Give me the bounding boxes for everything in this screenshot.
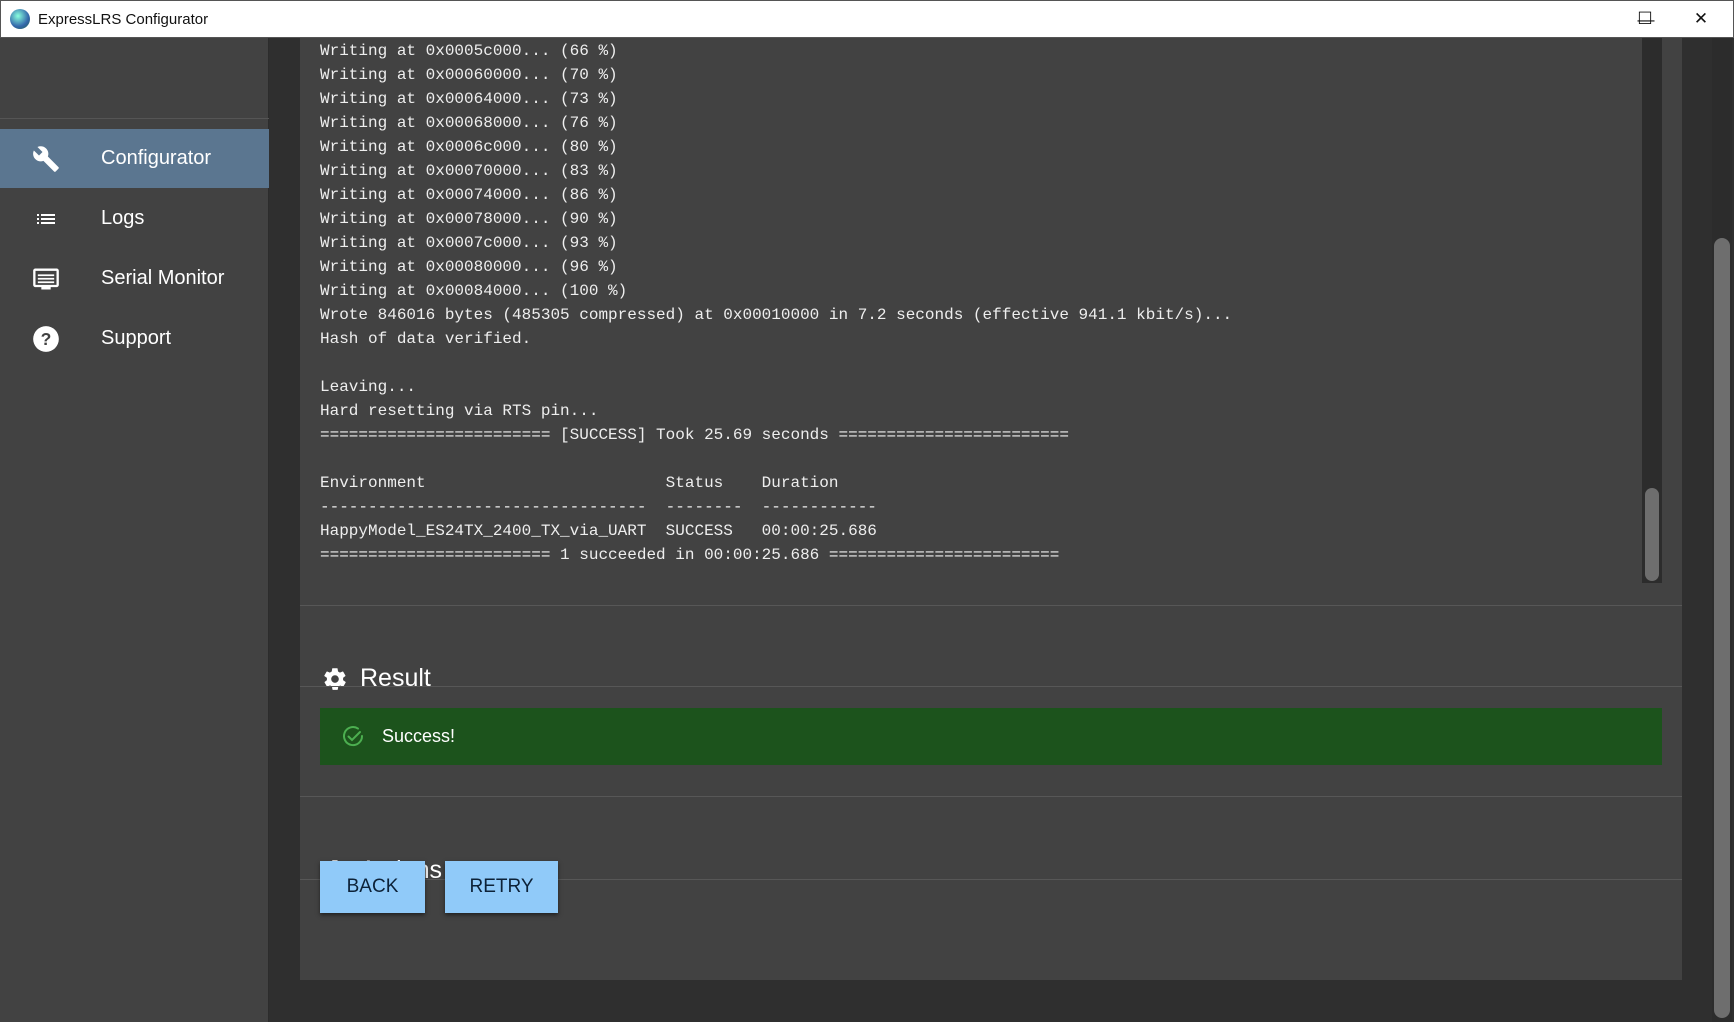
retry-button[interactable]: RETRY	[445, 861, 558, 913]
result-heading-text: Result	[360, 664, 431, 693]
svg-text:?: ?	[41, 328, 52, 348]
log-line: Writing at 0x00060000... (70 %)	[320, 63, 1640, 87]
log-line: Writing at 0x00064000... (73 %)	[320, 87, 1640, 111]
sidebar-item-logs[interactable]: Logs	[0, 189, 269, 248]
title-bar: ExpressLRS Configurator —	[0, 0, 1734, 38]
sidebar-item-serial-monitor[interactable]: Serial Monitor	[0, 249, 269, 308]
help-icon: ?	[30, 325, 62, 353]
log-scrollbar-thumb[interactable]	[1645, 488, 1659, 581]
log-line: Writing at 0x00070000... (83 %)	[320, 159, 1640, 183]
log-line: Leaving...	[320, 375, 1640, 399]
gear-icon	[322, 666, 348, 692]
monitor-icon	[30, 265, 62, 293]
sidebar: Configurator Logs Serial Monitor ? Suppo…	[0, 38, 269, 1022]
sidebar-item-configurator[interactable]: Configurator	[0, 129, 269, 188]
sidebar-divider	[0, 118, 269, 119]
sidebar-item-support[interactable]: ? Support	[0, 309, 269, 368]
divider	[300, 605, 1682, 606]
app-logo-icon	[10, 9, 30, 29]
maximize-button[interactable]: ☐	[1617, 0, 1673, 38]
log-line: Hard resetting via RTS pin...	[320, 399, 1640, 423]
list-icon	[30, 207, 62, 231]
log-line: ======================== 1 succeeded in …	[320, 543, 1640, 567]
log-line: ---------------------------------- -----…	[320, 495, 1640, 519]
success-message: Success!	[382, 726, 455, 747]
log-line: Writing at 0x00068000... (76 %)	[320, 111, 1640, 135]
log-line: Wrote 846016 bytes (485305 compressed) a…	[320, 303, 1640, 327]
wrench-icon	[30, 145, 62, 173]
log-line: Writing at 0x0007c000... (93 %)	[320, 231, 1640, 255]
window-title: ExpressLRS Configurator	[38, 11, 208, 28]
back-button[interactable]: BACK	[320, 861, 425, 913]
log-line: Environment Status Duration	[320, 471, 1640, 495]
close-button[interactable]: ✕	[1673, 0, 1729, 38]
log-line: Writing at 0x00074000... (86 %)	[320, 183, 1640, 207]
log-line: Writing at 0x0005c000... (66 %)	[320, 39, 1640, 63]
log-line: Writing at 0x00080000... (96 %)	[320, 255, 1640, 279]
log-line	[320, 447, 1640, 471]
build-log-output: Writing at 0x0005c000... (66 %)Writing a…	[320, 38, 1640, 583]
close-icon: ✕	[1694, 9, 1708, 29]
flash-result-card: Writing at 0x0005c000... (66 %)Writing a…	[300, 38, 1682, 980]
sidebar-item-label: Serial Monitor	[101, 267, 224, 290]
check-circle-icon	[341, 725, 365, 749]
divider	[300, 686, 1682, 687]
success-alert: Success!	[320, 708, 1662, 765]
divider	[300, 796, 1682, 797]
sidebar-item-label: Configurator	[101, 147, 211, 170]
log-line: Hash of data verified.	[320, 327, 1640, 351]
log-line	[320, 351, 1640, 375]
page-scrollbar[interactable]	[1712, 38, 1732, 1022]
log-line: HappyModel_ES24TX_2400_TX_via_UART SUCCE…	[320, 519, 1640, 543]
sidebar-item-label: Logs	[101, 207, 144, 230]
log-line: Writing at 0x0006c000... (80 %)	[320, 135, 1640, 159]
log-line: ======================== [SUCCESS] Took …	[320, 423, 1640, 447]
log-scrollbar[interactable]	[1642, 38, 1662, 583]
sidebar-item-label: Support	[101, 327, 171, 350]
log-line: Writing at 0x00084000... (100 %)	[320, 279, 1640, 303]
maximize-icon: ☐	[1637, 9, 1652, 29]
page-scrollbar-thumb[interactable]	[1714, 238, 1730, 1018]
log-line: Writing at 0x00078000... (90 %)	[320, 207, 1640, 231]
minimize-button-area	[1553, 0, 1609, 38]
result-heading: Result	[322, 664, 431, 693]
